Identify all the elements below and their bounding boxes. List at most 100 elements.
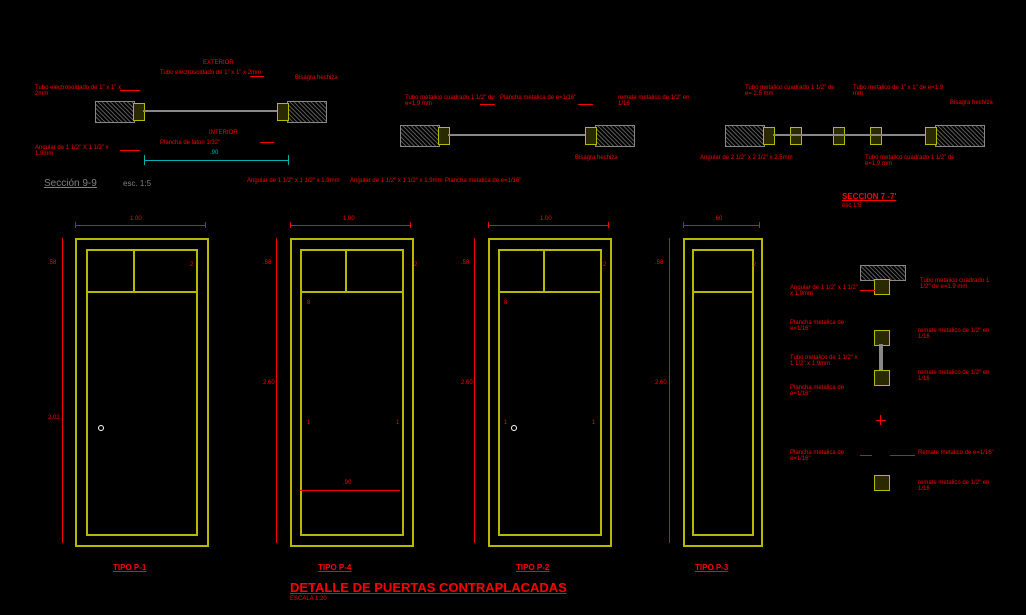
cross — [880, 415, 881, 425]
door-p4-transom — [300, 249, 402, 293]
wall-hatch — [95, 101, 135, 123]
dim — [290, 225, 410, 226]
jamb-box — [277, 103, 289, 121]
door-p4-transom-div — [345, 249, 347, 291]
jamb-box — [870, 127, 882, 145]
dim-tick — [144, 155, 145, 165]
door-line — [143, 110, 277, 112]
lbl-interior: INTERIOR — [209, 130, 238, 136]
lbl: remate metalico de 1/2" en 1/16 — [918, 328, 998, 340]
lbl: Tubo metalico cuadrado 1 1/2" de e= 2.5 … — [745, 85, 835, 97]
door-line — [773, 134, 925, 136]
door-p2-transom — [498, 249, 600, 293]
leader — [890, 455, 915, 456]
lbl: Tubo metalico cuadrado 1 1/2" de e=1.9 m… — [920, 278, 1000, 290]
detail-box — [874, 475, 890, 491]
dim: 2.60 — [461, 380, 473, 386]
n: 8 — [504, 300, 507, 306]
tick — [205, 222, 206, 228]
door-p3-label: TIPO P-3 — [695, 563, 728, 572]
drawing-title: DETALLE DE PUERTAS CONTRAPLACADAS — [290, 580, 567, 595]
leader — [260, 142, 274, 143]
dim — [62, 238, 63, 543]
lbl: Plancha metalica de e=1/16" — [445, 178, 525, 184]
dim: .58 — [655, 260, 663, 266]
door-line — [448, 134, 585, 136]
lbl: Remate metalico de e=1/16" — [918, 450, 998, 456]
leader — [860, 290, 875, 291]
lbl: Angular de 2 1/2" x 2 1/2" x 2.5mm — [700, 155, 810, 161]
door-p2-knob — [511, 425, 517, 431]
n: 1 — [396, 420, 399, 426]
door-p2-label: TIPO P-2 — [516, 563, 549, 572]
lbl-bisagra: Bisagra hechiza — [295, 75, 338, 81]
tick — [683, 222, 684, 228]
leader — [250, 76, 264, 77]
dim — [474, 238, 475, 543]
dim: 1.00 — [130, 216, 142, 222]
dim: .58 — [461, 260, 469, 266]
lbl: Angular de 1 1/2" x 1 1/2" x 1.9mm — [247, 178, 367, 184]
cad-drawing: { "sections":{ "s9":{"title":"Sección 9-… — [0, 0, 1026, 615]
leader — [120, 150, 140, 151]
jamb-box — [133, 103, 145, 121]
section-7-scale: esc 1:5 — [842, 203, 861, 209]
leader — [120, 90, 140, 91]
wall-hatch — [287, 101, 327, 123]
door-p1-transom — [86, 249, 196, 293]
n: 1 — [592, 420, 595, 426]
dim — [276, 238, 277, 543]
n: 8 — [307, 300, 310, 306]
dim — [669, 238, 670, 543]
dim — [488, 225, 608, 226]
tick — [608, 222, 609, 228]
wall-hatch — [935, 125, 985, 147]
lbl: Plancha metalica de e=1/16" — [790, 450, 860, 462]
dim — [683, 225, 759, 226]
drawing-scale: ESCALA 1:20 — [290, 596, 327, 602]
lbl: Tubo metalico de 1 1/2" x 1 1/2" x 1.9mm — [790, 355, 860, 367]
tick — [290, 222, 291, 228]
n: 2 — [603, 262, 606, 268]
dim — [300, 490, 400, 491]
lbl: Tubo metalico de 1" x 1" de e=1.9 mm — [853, 85, 943, 97]
door-p2-transom-div — [543, 249, 545, 291]
dim-val: .90 — [210, 150, 218, 156]
door-p1-label: TIPO P-1 — [113, 563, 146, 572]
lbl: Plancha metalica de e=1/16" — [790, 320, 860, 332]
lbl: remate metalico de 1/2" en 1/16 — [918, 480, 998, 492]
n: 1 — [307, 420, 310, 426]
dim: 2.02 — [48, 415, 60, 421]
wall-hatch — [400, 125, 440, 147]
leader — [480, 104, 495, 105]
lbl: Bisagra hechiza — [950, 100, 993, 106]
dim-line — [144, 160, 288, 161]
lbl: Plancha metalica de e=1/16" — [790, 385, 860, 397]
lbl-ang: Angular de 1 1/2" X 1 1/2" x 1.9mm — [35, 145, 125, 157]
jamb-box — [925, 127, 937, 145]
dim-tick — [288, 155, 289, 165]
dim — [75, 225, 205, 226]
dim: .60 — [714, 216, 722, 222]
detail-box — [874, 370, 890, 386]
jamb-box — [763, 127, 775, 145]
dim: 1.00 — [343, 216, 355, 222]
conn — [879, 344, 883, 370]
door-p1-knob — [98, 425, 104, 431]
cross — [876, 420, 886, 421]
section-7-title: SECCION 7 -7' — [842, 192, 896, 201]
lbl: remate metalico de 1/2" en 1/16 — [918, 370, 998, 382]
n: 1 — [504, 420, 507, 426]
n: 2 — [414, 262, 417, 268]
door-p1-transom-div — [133, 249, 135, 291]
dim: .58 — [48, 260, 56, 266]
dim: 2.60 — [263, 380, 275, 386]
tick — [410, 222, 411, 228]
detail-box — [874, 279, 890, 295]
lbl: remate metalico de 1/2" en 1/16 — [618, 95, 698, 107]
lbl-tube1: Tubo electrosoldado de 1" x 1" x 2mm — [35, 85, 125, 97]
door-p3-transom — [692, 249, 752, 293]
tick — [759, 222, 760, 228]
dim: .58 — [263, 260, 271, 266]
jamb-box — [585, 127, 597, 145]
